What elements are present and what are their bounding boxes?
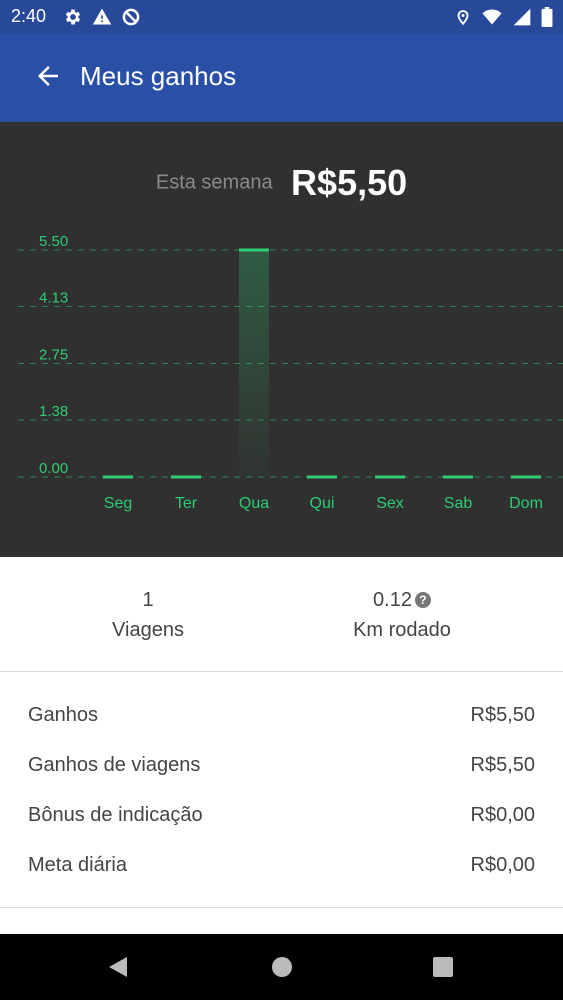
- x-tick-label: Sex: [376, 495, 404, 512]
- earnings-row: Meta diária R$0,00: [0, 840, 563, 890]
- status-left-icons: [63, 6, 141, 28]
- earnings-list: Ganhos R$5,50 Ganhos de viagens R$5,50 B…: [0, 690, 563, 890]
- back-triangle-icon: [109, 957, 127, 977]
- stats-section: 1 Viagens 0.12? Km rodado: [0, 557, 563, 672]
- y-tick-label: 0.00: [39, 460, 68, 477]
- x-tick-label: Dom: [509, 495, 543, 512]
- earnings-row-label: Meta diária: [28, 854, 127, 876]
- earnings-row-label: Ganhos: [28, 704, 99, 726]
- trips-stat: 1 Viagens: [48, 587, 248, 645]
- status-time: 2:40: [11, 6, 47, 26]
- km-value-line: 0.12?: [302, 587, 502, 613]
- warning-icon: [92, 8, 112, 25]
- system-nav-bar: [0, 934, 563, 1000]
- location-icon: [457, 10, 469, 26]
- nav-recents-button[interactable]: [430, 954, 456, 980]
- earnings-row: Ganhos R$5,50: [0, 690, 563, 740]
- page-title: Meus ganhos: [80, 61, 237, 91]
- bottom-divider: [0, 907, 563, 908]
- y-tick-label: 2.75: [39, 347, 68, 364]
- status-right-icons: [454, 6, 553, 28]
- earnings-row: Bônus de indicação R$0,00: [0, 790, 563, 840]
- bar-top: [103, 475, 133, 479]
- bar-top: [511, 475, 541, 479]
- km-label: Km rodado: [353, 619, 451, 641]
- gear-icon: [65, 9, 81, 25]
- x-tick-label: Seg: [104, 495, 132, 512]
- earnings-chart-panel: Esta semana R$5,50 0.00 1.38 2.75 4.13 5.50 S…: [0, 122, 563, 557]
- bar-top: [239, 248, 269, 252]
- x-tick-label: Sab: [444, 495, 473, 512]
- nav-home-button[interactable]: [269, 954, 295, 980]
- question-circle-icon[interactable]: ?: [414, 592, 431, 608]
- battery-icon: [541, 7, 553, 27]
- earnings-row-value: R$5,50: [470, 704, 536, 726]
- earnings-row-value: R$0,00: [470, 854, 536, 876]
- signal-icon: [513, 8, 531, 26]
- weekly-earnings-chart: 0.00 1.38 2.75 4.13 5.50 Seg Ter Qua Qui Sex Sab Do…: [18, 233, 563, 512]
- blocked-icon: [122, 8, 140, 26]
- bar-top: [171, 475, 201, 479]
- status-bar: 2:40: [0, 0, 563, 34]
- back-button[interactable]: [26, 54, 70, 98]
- y-tick-label: 5.50: [39, 233, 68, 250]
- y-tick-label: 1.38: [39, 403, 68, 420]
- earnings-row-value: R$5,50: [470, 754, 536, 776]
- arrow-left-icon: [38, 66, 58, 86]
- km-value: 0.12: [373, 589, 412, 611]
- nav-back-button[interactable]: [105, 954, 131, 980]
- bar: [239, 250, 269, 477]
- earnings-row-label: Ganhos de viagens: [28, 754, 201, 776]
- earnings-row-label: Bônus de indicação: [28, 804, 203, 826]
- bar-top: [307, 475, 337, 479]
- y-tick-label: 4.13: [39, 290, 68, 307]
- km-stat: 0.12? Km rodado: [302, 587, 502, 645]
- home-circle-icon: [272, 957, 292, 977]
- x-tick-label: Ter: [175, 495, 198, 512]
- wifi-icon: [482, 9, 502, 25]
- trips-value: 1: [142, 589, 154, 611]
- app-bar: Meus ganhos: [0, 34, 563, 122]
- bar-top: [443, 475, 473, 479]
- x-tick-label: Qui: [310, 495, 335, 512]
- bar-top: [375, 475, 405, 479]
- trips-label: Viagens: [112, 619, 184, 641]
- earnings-row-value: R$0,00: [470, 804, 536, 826]
- x-tick-label: Qua: [239, 495, 269, 512]
- earnings-row: Ganhos de viagens R$5,50: [0, 740, 563, 790]
- recents-square-icon: [433, 957, 453, 977]
